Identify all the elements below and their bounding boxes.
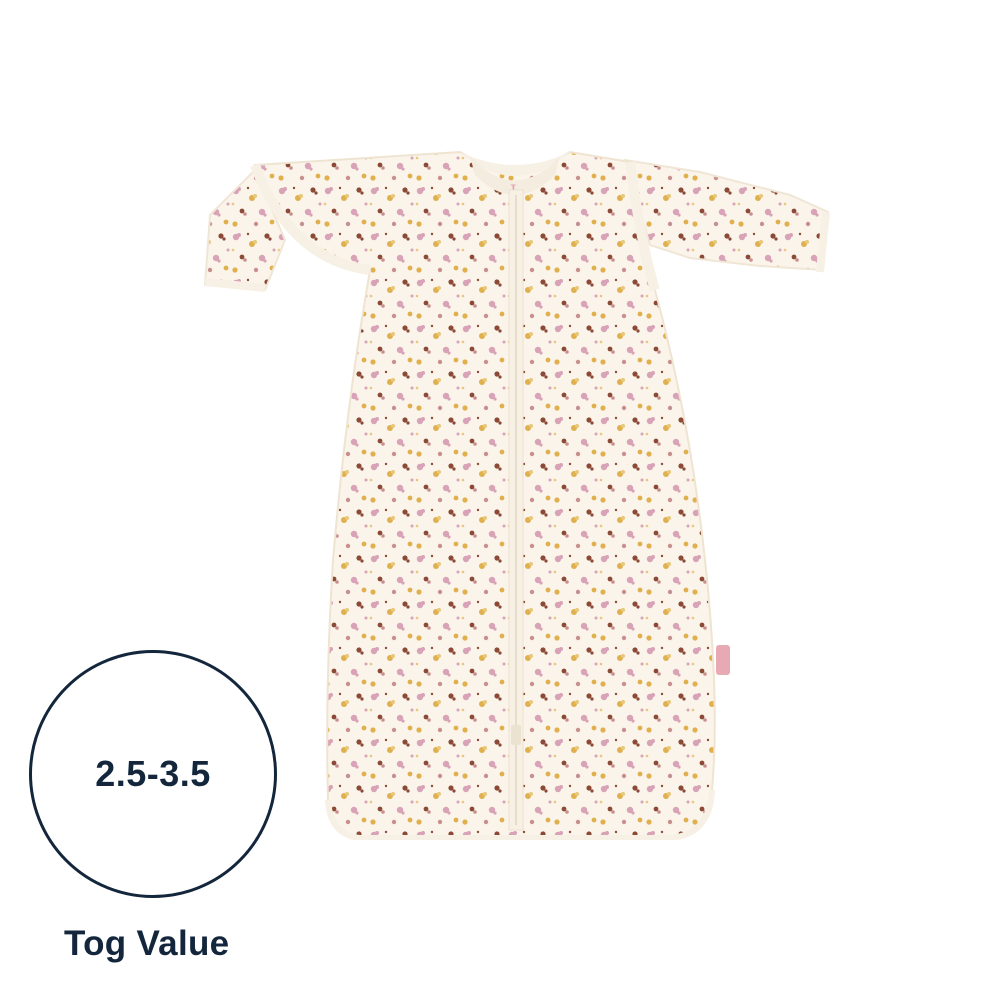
tog-value: 2.5-3.5 bbox=[95, 753, 211, 794]
brand-tag bbox=[716, 645, 730, 675]
right-sleeve bbox=[623, 158, 830, 272]
tog-caption: Tog Value bbox=[64, 924, 230, 963]
tog-badge: 2.5-3.5 bbox=[29, 650, 277, 898]
sleeping-bag-image: J bbox=[203, 150, 830, 840]
product-canvas: J 2.5-3.5 Tog Value bbox=[0, 0, 1000, 1000]
